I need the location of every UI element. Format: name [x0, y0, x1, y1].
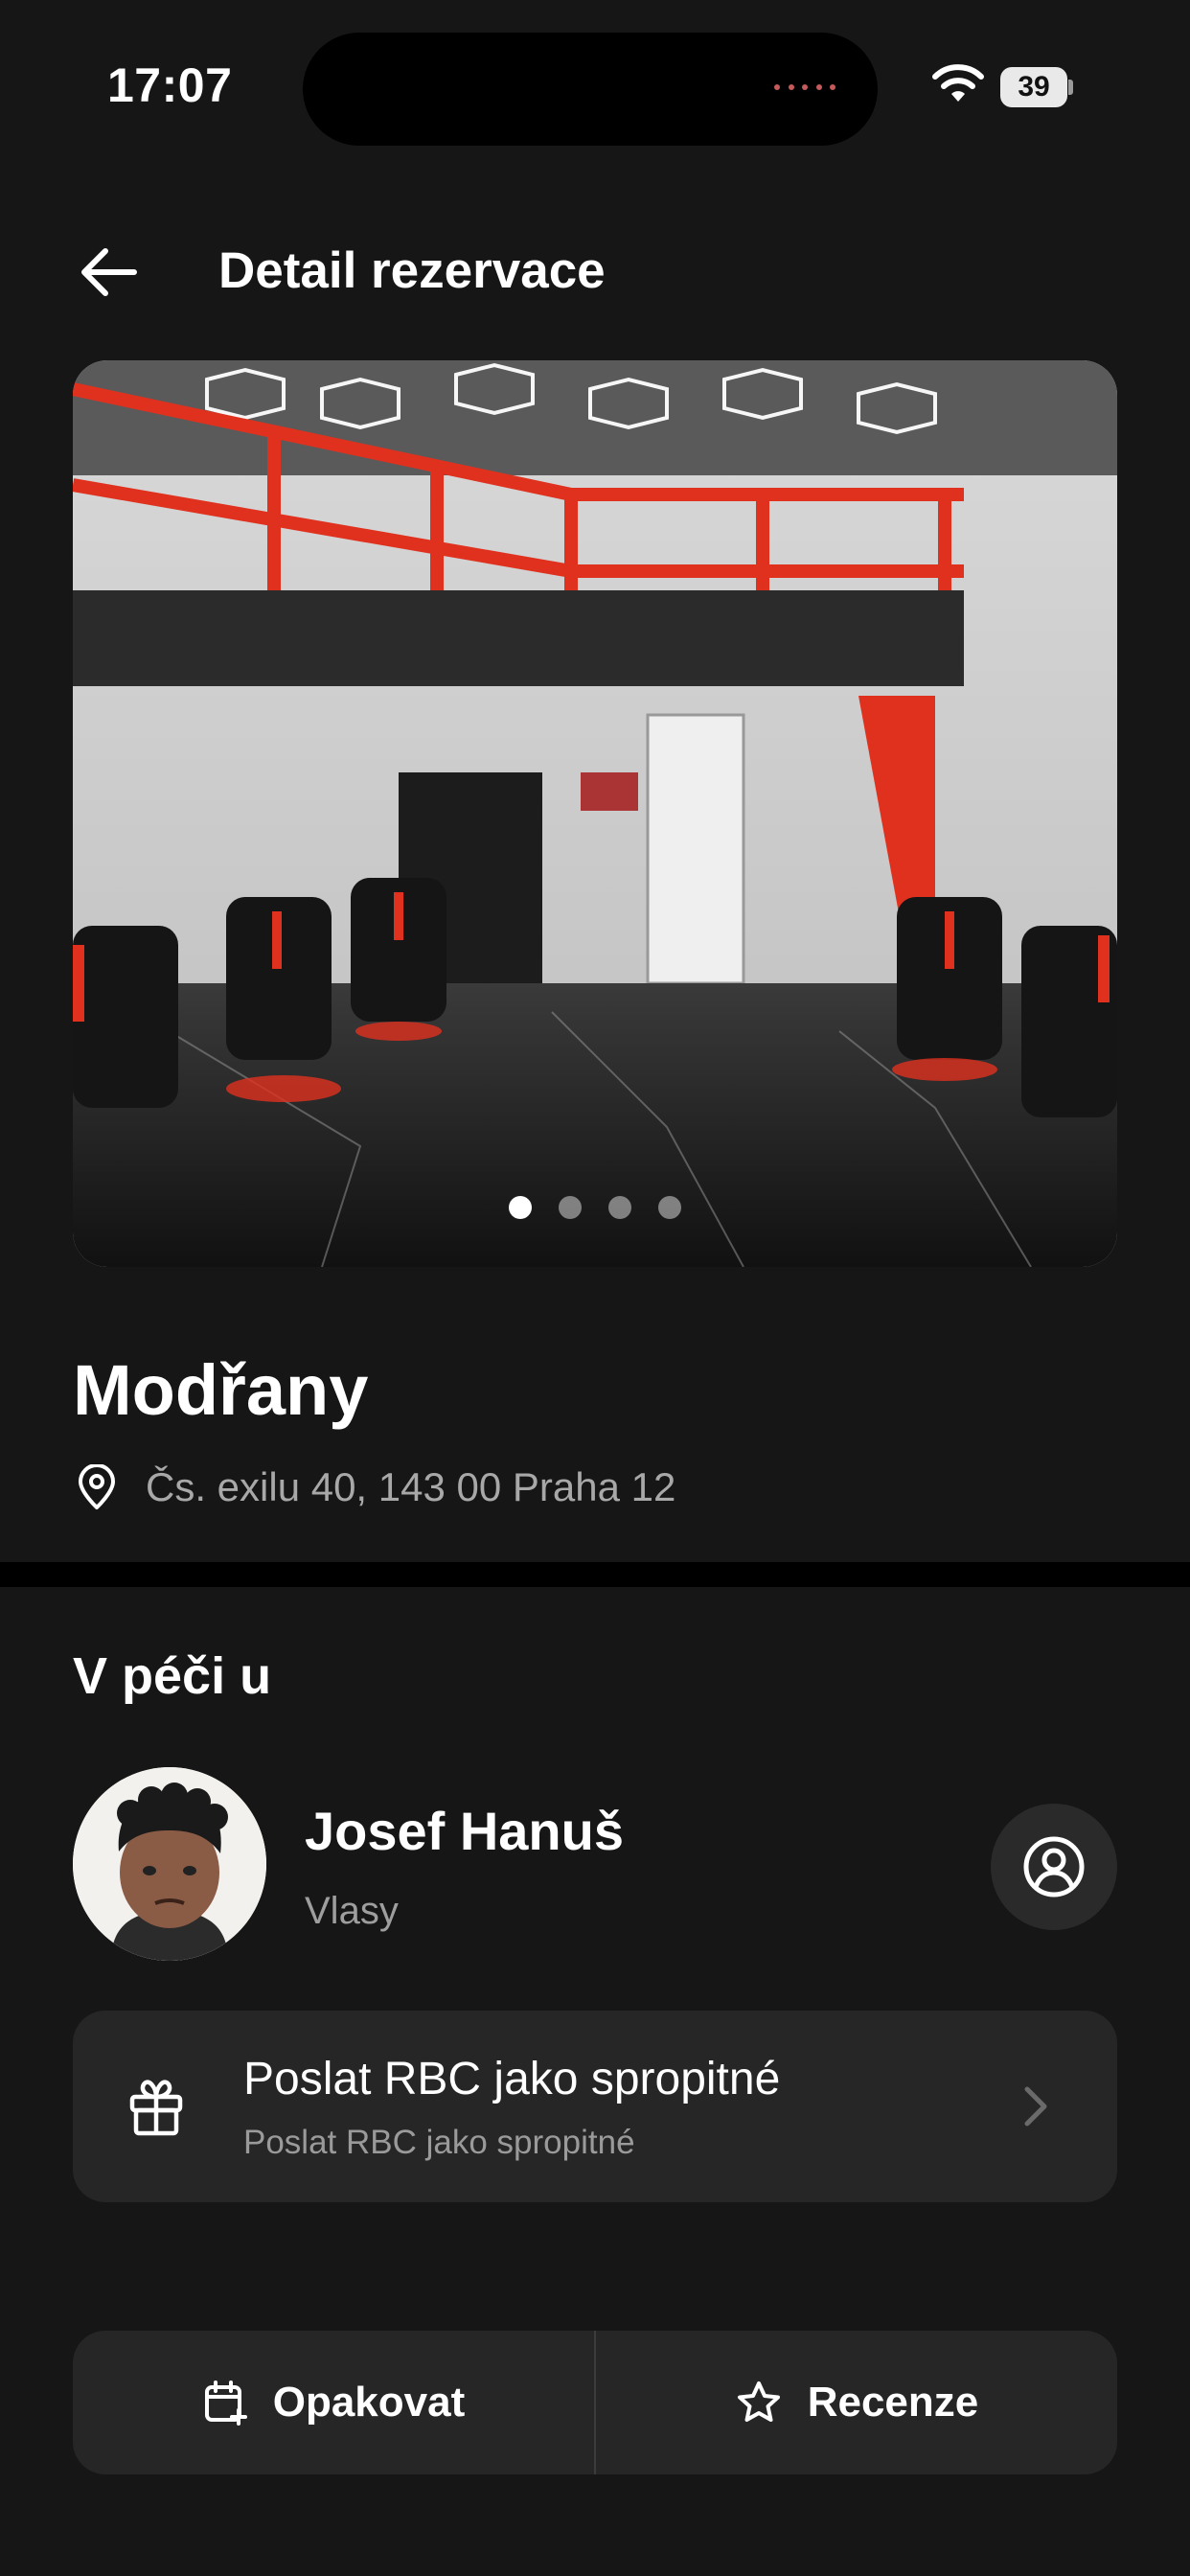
salon-photo [73, 360, 1117, 1267]
page-title: Detail rezervace [218, 242, 606, 299]
location-pin-icon [79, 1464, 115, 1509]
location-address[interactable]: Čs. exilu 40, 143 00 Praha 12 [146, 1464, 675, 1510]
tip-subtitle: Poslat RBC jako spropitné [243, 2124, 635, 2161]
user-circle-icon [1023, 1836, 1085, 1898]
repeat-booking-button[interactable]: Opakovat [73, 2331, 594, 2474]
wifi-icon [932, 64, 984, 102]
barber-profile-button[interactable] [991, 1804, 1117, 1930]
send-tip-card[interactable]: Poslat RBC jako spropitné Poslat RBC jak… [73, 2011, 1117, 2202]
review-label: Recenze [807, 2379, 979, 2426]
dynamic-island [303, 33, 878, 146]
battery-level: 39 [1000, 67, 1067, 107]
tip-title: Poslat RBC jako spropitné [243, 2054, 781, 2104]
gallery-dot[interactable] [559, 1196, 582, 1219]
barber-specialty: Vlasy [305, 1890, 399, 1932]
gallery-dot[interactable] [658, 1196, 681, 1219]
salon-photo-gallery[interactable] [73, 360, 1117, 1267]
location-name: Modřany [73, 1350, 369, 1430]
gallery-dot[interactable] [608, 1196, 631, 1219]
gallery-dot[interactable] [509, 1196, 532, 1219]
gallery-pagination[interactable] [0, 1196, 1190, 1219]
gift-icon [129, 2080, 183, 2136]
action-bar: Opakovat Recenze [73, 2331, 1117, 2474]
chevron-right-icon [1024, 2086, 1047, 2127]
island-indicator [774, 84, 835, 92]
star-icon [737, 2381, 780, 2422]
avatar [73, 1767, 266, 1961]
section-divider [0, 1562, 1190, 1587]
status-time: 17:07 [107, 58, 233, 112]
barber-name: Josef Hanuš [305, 1801, 624, 1861]
calendar-plus-icon [204, 2380, 247, 2426]
repeat-label: Opakovat [272, 2379, 466, 2426]
care-section-title: V péči u [73, 1647, 272, 1705]
review-button[interactable]: Recenze [596, 2331, 1117, 2474]
back-arrow-icon[interactable] [77, 240, 142, 305]
battery-icon: 39 [1000, 67, 1073, 107]
